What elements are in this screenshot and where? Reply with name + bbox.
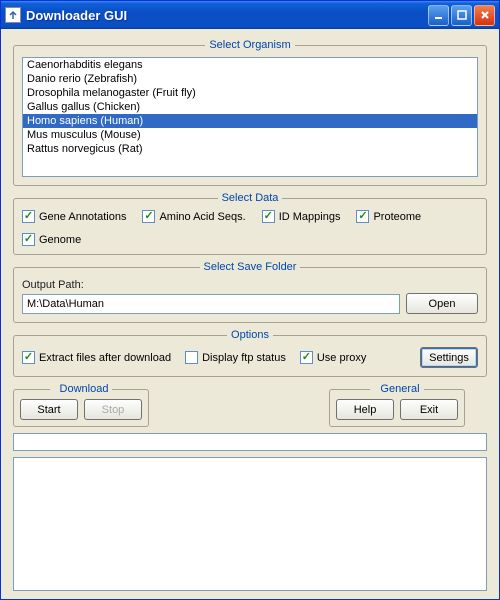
organism-group: Select Organism Caenorhabditis elegansDa… <box>13 39 487 186</box>
app-window: Downloader GUI Select Organism Caenorhab… <box>0 0 500 600</box>
use-proxy-checkbox[interactable]: ✓ Use proxy <box>300 351 367 364</box>
settings-button[interactable]: Settings <box>420 347 478 368</box>
checkbox-label: ID Mappings <box>279 211 341 223</box>
organism-item[interactable]: Drosophila melanogaster (Fruit fly) <box>23 86 477 100</box>
start-button[interactable]: Start <box>20 399 78 420</box>
organism-item[interactable]: Caenorhabditis elegans <box>23 58 477 72</box>
save-folder-legend: Select Save Folder <box>200 261 301 273</box>
stop-button[interactable]: Stop <box>84 399 142 420</box>
close-button[interactable] <box>474 5 495 26</box>
checkbox-label: Genome <box>39 234 81 246</box>
checkbox-icon: ✓ <box>142 210 155 223</box>
minimize-button[interactable] <box>428 5 449 26</box>
download-legend: Download <box>50 383 113 395</box>
exit-button[interactable]: Exit <box>400 399 458 420</box>
options-group: Options ✓ Extract files after download D… <box>13 329 487 377</box>
data-checkbox[interactable]: ✓ Proteome <box>356 210 421 223</box>
options-legend: Options <box>227 329 273 341</box>
client-area: Select Organism Caenorhabditis elegansDa… <box>1 29 499 599</box>
organism-item[interactable]: Gallus gallus (Chicken) <box>23 100 477 114</box>
window-title: Downloader GUI <box>26 8 428 23</box>
organism-item[interactable]: Danio rerio (Zebrafish) <box>23 72 477 86</box>
organism-item[interactable]: Homo sapiens (Human) <box>23 114 477 128</box>
display-ftp-checkbox[interactable]: Display ftp status <box>185 351 286 364</box>
checkbox-label: Gene Annotations <box>39 211 126 223</box>
checkbox-icon: ✓ <box>22 351 35 364</box>
checkbox-icon: ✓ <box>262 210 275 223</box>
data-legend: Select Data <box>218 192 283 204</box>
titlebar: Downloader GUI <box>1 1 499 29</box>
checkbox-label: Proteome <box>373 211 421 223</box>
progress-bar <box>13 433 487 451</box>
organism-legend: Select Organism <box>205 39 294 51</box>
extract-checkbox[interactable]: ✓ Extract files after download <box>22 351 171 364</box>
display-ftp-label: Display ftp status <box>202 352 286 364</box>
help-button[interactable]: Help <box>336 399 394 420</box>
maximize-button[interactable] <box>451 5 472 26</box>
data-checkbox[interactable]: ✓ Genome <box>22 233 81 246</box>
data-checkbox[interactable]: ✓ ID Mappings <box>262 210 341 223</box>
app-icon <box>5 7 21 23</box>
organism-item[interactable]: Mus musculus (Mouse) <box>23 128 477 142</box>
data-checks-row: ✓ Gene Annotations ✓ Amino Acid Seqs. ✓ ID Ma… <box>22 210 478 246</box>
data-checkbox[interactable]: ✓ Amino Acid Seqs. <box>142 210 245 223</box>
download-general-row: Download Start Stop General Help Exit <box>13 383 487 427</box>
data-group: Select Data ✓ Gene Annotations ✓ Amino Acid… <box>13 192 487 255</box>
window-buttons <box>428 5 495 26</box>
data-checkbox[interactable]: ✓ Gene Annotations <box>22 210 126 223</box>
general-group: General Help Exit <box>329 383 465 427</box>
checkbox-icon: ✓ <box>356 210 369 223</box>
organism-listbox[interactable]: Caenorhabditis elegansDanio rerio (Zebra… <box>22 57 478 177</box>
checkbox-icon <box>185 351 198 364</box>
checkbox-label: Amino Acid Seqs. <box>159 211 245 223</box>
checkbox-icon: ✓ <box>22 210 35 223</box>
checkbox-icon: ✓ <box>22 233 35 246</box>
open-button[interactable]: Open <box>406 293 478 314</box>
organism-item[interactable]: Rattus norvegicus (Rat) <box>23 142 477 156</box>
extract-label: Extract files after download <box>39 352 171 364</box>
log-textarea[interactable] <box>13 457 487 591</box>
output-path-input[interactable] <box>22 294 400 314</box>
save-folder-group: Select Save Folder Output Path: Open <box>13 261 487 323</box>
use-proxy-label: Use proxy <box>317 352 367 364</box>
output-path-label: Output Path: <box>22 279 478 291</box>
checkbox-icon: ✓ <box>300 351 313 364</box>
general-legend: General <box>370 383 423 395</box>
download-group: Download Start Stop <box>13 383 149 427</box>
